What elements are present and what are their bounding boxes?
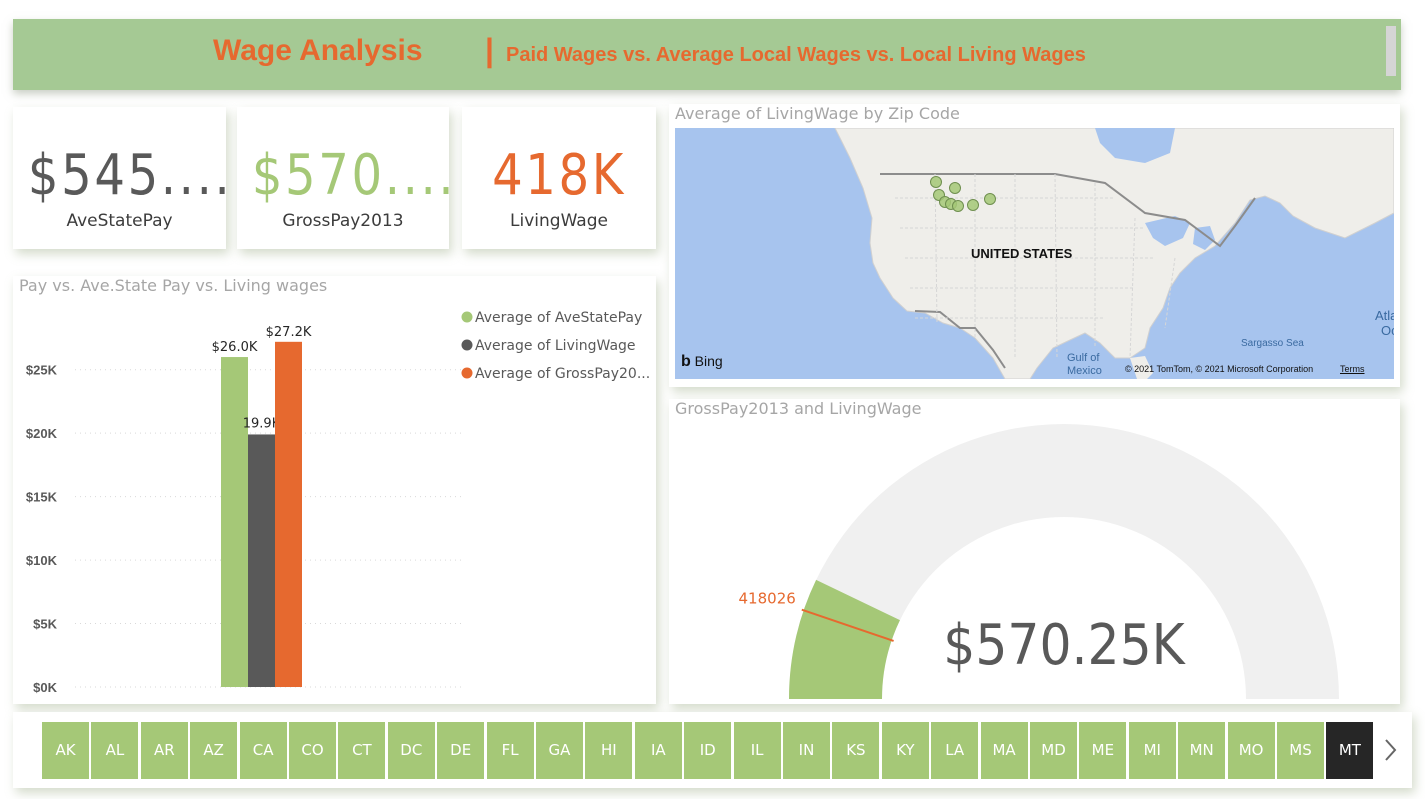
kpi-card-livingwage[interactable]: 418K LivingWage <box>462 107 656 249</box>
slicer-item-ga[interactable]: GA <box>536 722 583 779</box>
bar-chart: $0K$5K$10K$15K$20K$25K$26.0K19.9K$27.2KA… <box>26 310 650 695</box>
bar <box>275 341 302 687</box>
kpi-value: 418K <box>492 143 626 208</box>
slicer-item-az[interactable]: AZ <box>190 722 238 779</box>
map-canvas[interactable]: UNITED STATES Gulf of Mexico Sargasso Se… <box>675 128 1394 379</box>
slicer-item-il[interactable]: IL <box>733 722 781 779</box>
map-country-label: UNITED STATES <box>971 246 1073 261</box>
slicer-item-ca[interactable]: CA <box>239 722 287 779</box>
kpi-label: LivingWage <box>510 211 608 231</box>
map-terms-link[interactable]: Terms <box>1340 364 1365 374</box>
gauge-target-label: 418026 <box>739 590 796 608</box>
map-marker <box>952 200 964 212</box>
slicer-item-in[interactable]: IN <box>783 722 830 779</box>
slicer-item-co[interactable]: CO <box>289 722 336 779</box>
bing-icon: b <box>681 353 691 370</box>
kpi-value: $570.... <box>251 143 457 208</box>
kpi-card-grosspay2013[interactable]: $570.... GrossPay2013 <box>237 107 457 249</box>
report-subtitle: Paid Wages vs. Average Local Wages vs. L… <box>506 44 1086 66</box>
gauge-chart: 418026 $570.25K <box>739 424 1339 699</box>
kpi-label: GrossPay2013 <box>282 211 404 231</box>
state-slicer: AK AL AR AZ CA CO CT DC DE FL GA HI IA ID IL IN KS KY LA MA… <box>13 712 1412 788</box>
map-gulf-label-1: Gulf of <box>1067 352 1100 364</box>
data-label: $27.2K <box>266 325 312 340</box>
legend-label: Average of AveStatePay <box>475 310 642 326</box>
kpi-value: $545.... <box>27 143 233 208</box>
slicer-item-id[interactable]: ID <box>684 722 732 779</box>
slicer-item-hi[interactable]: HI <box>585 722 633 779</box>
report-header: Wage Analysis | Paid Wages vs. Average L… <box>13 19 1401 90</box>
slicer-item-la[interactable]: LA <box>931 722 979 779</box>
bing-label: Bing <box>694 353 723 369</box>
slicer-item-de[interactable]: DE <box>437 722 485 779</box>
slicer-item-ak[interactable]: AK <box>42 722 89 779</box>
map-atlantic-label-2: Oc <box>1381 323 1394 338</box>
report-title: Wage Analysis <box>213 34 423 67</box>
slicer-item-ct[interactable]: CT <box>338 722 386 779</box>
slicer-item-me[interactable]: ME <box>1079 722 1127 779</box>
slicer-item-ar[interactable]: AR <box>140 722 188 779</box>
y-tick-label: $15K <box>26 490 58 505</box>
map-atlantic-label-1: Atla <box>1375 308 1394 323</box>
map-marker <box>984 193 996 205</box>
y-tick-label: $20K <box>26 426 58 441</box>
map-card[interactable]: Average of LivingWage by Zip Code UNITED… <box>669 104 1400 387</box>
y-tick-label: $25K <box>26 363 58 378</box>
data-label: $26.0K <box>212 340 258 355</box>
slicer-item-mo[interactable]: MO <box>1227 722 1275 779</box>
legend-marker <box>461 311 473 323</box>
y-tick-label: $5K <box>33 617 57 632</box>
slicer-item-ia[interactable]: IA <box>634 722 682 779</box>
map-sea-label: Sargasso Sea <box>1241 338 1304 349</box>
slicer-item-ma[interactable]: MA <box>980 722 1028 779</box>
slicer-item-mt[interactable]: MT <box>1326 722 1374 779</box>
bar <box>248 434 275 687</box>
slicer-item-mn[interactable]: MN <box>1178 722 1226 779</box>
title-separator: | <box>485 32 494 68</box>
kpi-card-avestatepay[interactable]: $545.... AveStatePay <box>13 107 233 249</box>
slicer-item-ky[interactable]: KY <box>881 722 929 779</box>
slicer-item-ms[interactable]: MS <box>1277 722 1324 779</box>
map-marker <box>930 176 942 188</box>
map-marker <box>949 182 961 194</box>
bing-logo: b Bing <box>681 353 723 371</box>
legend-marker <box>461 367 473 379</box>
slicer-item-fl[interactable]: FL <box>486 722 534 779</box>
chevron-right-icon[interactable] <box>1381 734 1401 766</box>
slicer-item-dc[interactable]: DC <box>387 722 435 779</box>
slicer-item-al[interactable]: AL <box>91 722 139 779</box>
slicer-item-mi[interactable]: MI <box>1128 722 1176 779</box>
header-scrollbar[interactable] <box>1386 26 1396 76</box>
slicer-item-ks[interactable]: KS <box>832 722 880 779</box>
bar <box>221 357 248 687</box>
y-tick-label: $10K <box>26 553 58 568</box>
map-gulf-label-2: Mexico <box>1067 365 1102 377</box>
legend-label: Average of GrossPay20... <box>475 366 650 382</box>
kpi-label: AveStatePay <box>66 211 173 231</box>
map-title: Average of LivingWage by Zip Code <box>675 104 960 123</box>
gauge-value-label: $570.25K <box>943 612 1186 677</box>
slicer-item-md[interactable]: MD <box>1030 722 1077 779</box>
legend-label: Average of LivingWage <box>475 338 636 354</box>
gauge-card[interactable]: GrossPay2013 and LivingWage 418026 $570.2… <box>669 399 1400 704</box>
y-tick-label: $0K <box>33 680 57 695</box>
legend-marker <box>461 339 473 351</box>
bar-chart-card[interactable]: Pay vs. Ave.State Pay vs. Living wages $… <box>13 276 656 704</box>
map-copyright: © 2021 TomTom, © 2021 Microsoft Corporat… <box>1125 364 1314 374</box>
map-marker <box>967 199 979 211</box>
